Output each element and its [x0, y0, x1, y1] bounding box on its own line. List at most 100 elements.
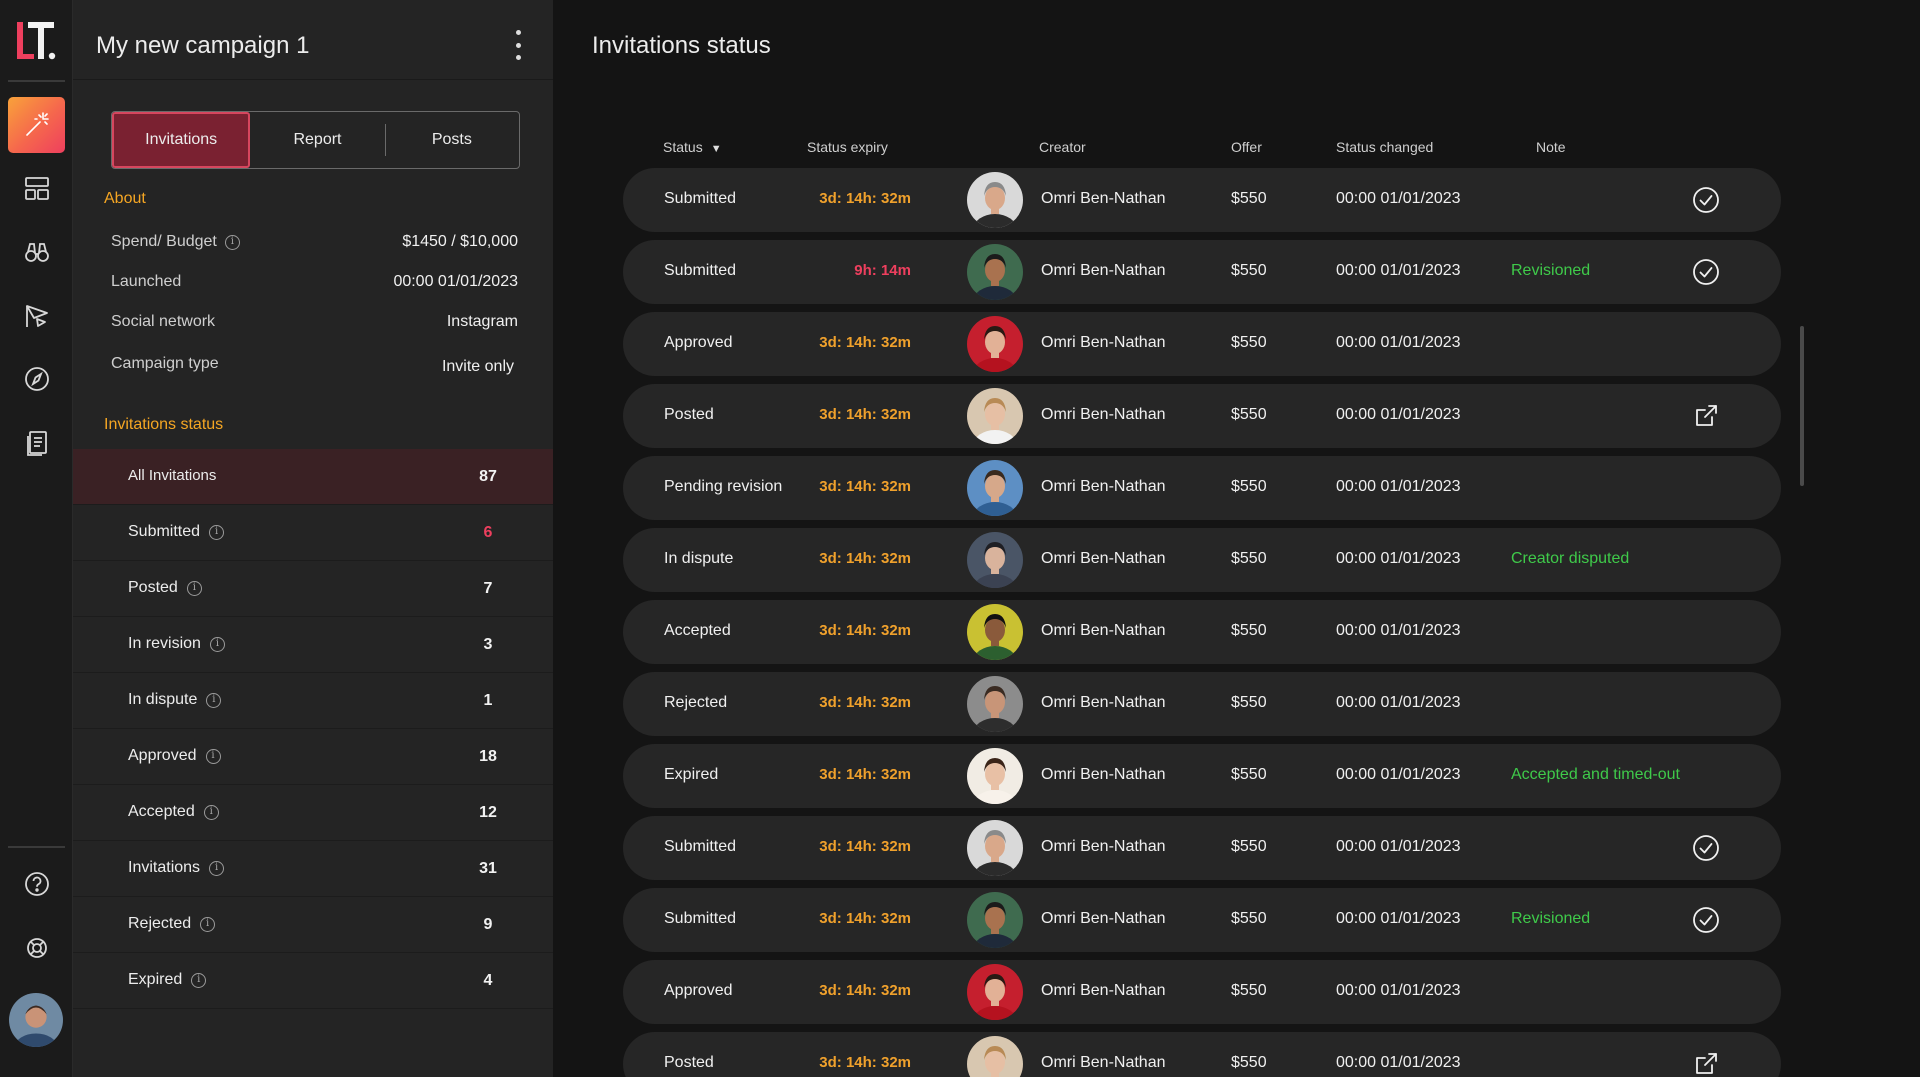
scrollbar[interactable]	[1800, 326, 1804, 486]
tab-invitations[interactable]: Invitations	[112, 112, 251, 168]
rail-campaign-button[interactable]	[8, 288, 65, 344]
status-filter-item[interactable]: Invitations i 31	[73, 841, 553, 897]
table-row[interactable]: Approved 3d: 14h: 32m Omri Ben-Nathan $550 0…	[623, 960, 1781, 1024]
table-row[interactable]: Submitted 3d: 14h: 32m Omri Ben-Nathan $550…	[623, 888, 1781, 952]
info-icon[interactable]: i	[203, 804, 219, 820]
approve-check-icon[interactable]	[1691, 185, 1721, 215]
row-offer: $550	[1231, 982, 1267, 999]
info-icon[interactable]: i	[209, 860, 225, 876]
creator-avatar[interactable]	[967, 460, 1023, 516]
icon-rail	[0, 0, 73, 1077]
rail-documents-button[interactable]	[8, 415, 65, 471]
rail-binoculars-button[interactable]	[8, 224, 65, 280]
table-row[interactable]: Pending revision 3d: 14h: 32m Omri Ben-Nat…	[623, 456, 1781, 520]
status-filter-item[interactable]: Posted i 7	[73, 561, 553, 617]
row-status-changed: 00:00 01/01/2023	[1336, 766, 1461, 783]
column-header-status-changed[interactable]: Status changed	[1336, 139, 1433, 155]
row-status: Submitted	[664, 262, 737, 279]
status-filter-item[interactable]: In dispute i 1	[73, 673, 553, 729]
creator-avatar[interactable]	[967, 676, 1023, 732]
rail-compass-button[interactable]	[8, 351, 65, 407]
table-row[interactable]: Rejected 3d: 14h: 32m Omri Ben-Nathan $550 0…	[623, 672, 1781, 736]
column-header-offer[interactable]: Offer	[1231, 139, 1262, 155]
column-header-creator[interactable]: Creator	[1039, 139, 1086, 155]
campaign-tabs: Invitations Report Posts	[111, 111, 520, 169]
info-icon[interactable]: i	[224, 234, 240, 250]
open-external-icon[interactable]	[1691, 1049, 1721, 1077]
info-icon[interactable]: i	[209, 636, 225, 652]
creator-avatar[interactable]	[967, 172, 1023, 228]
row-status: Rejected	[664, 694, 728, 711]
creator-avatar[interactable]	[967, 316, 1023, 372]
status-filter-item[interactable]: Submitted i 6	[73, 505, 553, 561]
row-status-expiry: 3d: 14h: 32m	[819, 838, 911, 855]
status-filter-item[interactable]: Accepted i 12	[73, 785, 553, 841]
status-filter-item[interactable]: Expired i 4	[73, 953, 553, 1009]
table-row[interactable]: Submitted 3d: 14h: 32m Omri Ben-Nathan $550…	[623, 168, 1781, 232]
row-status: Submitted	[664, 190, 737, 207]
table-row[interactable]: Expired 3d: 14h: 32m Omri Ben-Nathan $550 00…	[623, 744, 1781, 808]
table-row[interactable]: Submitted 9h: 14m Omri Ben-Nathan $550 00:00…	[623, 240, 1781, 304]
creator-avatar[interactable]	[967, 244, 1023, 300]
status-filter-count: 3	[483, 636, 493, 653]
rail-support-button[interactable]	[8, 920, 65, 976]
row-status-changed: 00:00 01/01/2023	[1336, 838, 1461, 855]
creator-avatar[interactable]	[967, 388, 1023, 444]
column-header-status[interactable]: Status ▼	[663, 139, 722, 155]
status-filter-label-group: In revision i	[128, 635, 225, 653]
about-campaign-type: Campaign type Invite only	[111, 352, 518, 376]
rail-help-button[interactable]	[8, 856, 65, 912]
info-icon[interactable]: i	[200, 916, 216, 932]
info-icon[interactable]: i	[186, 580, 202, 596]
table-row[interactable]: Posted 3d: 14h: 32m Omri Ben-Nathan $550 00:…	[623, 1032, 1781, 1077]
row-status-expiry: 3d: 14h: 32m	[819, 910, 911, 927]
creator-avatar[interactable]	[967, 964, 1023, 1020]
info-icon[interactable]: i	[206, 692, 222, 708]
status-filter-item[interactable]: In revision i 3	[73, 617, 553, 673]
tab-report[interactable]: Report	[250, 112, 384, 168]
more-options-icon[interactable]	[507, 30, 529, 60]
rail-magic-wand-button[interactable]	[8, 97, 65, 153]
creator-avatar[interactable]	[967, 1036, 1023, 1077]
status-filter-item[interactable]: All Invitations 87	[73, 449, 553, 505]
logo[interactable]	[14, 18, 58, 62]
sort-down-icon[interactable]: ▼	[711, 143, 722, 155]
status-filter-label: Submitted	[128, 523, 201, 540]
status-filter-label: In dispute	[128, 691, 198, 708]
row-status-expiry: 3d: 14h: 32m	[819, 622, 911, 639]
status-filter-item[interactable]: Rejected i 9	[73, 897, 553, 953]
creator-avatar[interactable]	[967, 748, 1023, 804]
open-external-icon[interactable]	[1691, 401, 1721, 431]
approve-check-icon[interactable]	[1691, 257, 1721, 287]
column-header-note[interactable]: Note	[1536, 139, 1566, 155]
status-filter-label-group: Approved i	[128, 747, 221, 765]
approve-check-icon[interactable]	[1691, 905, 1721, 935]
table-row[interactable]: Posted 3d: 14h: 32m Omri Ben-Nathan $550 00:…	[623, 384, 1781, 448]
approve-check-icon[interactable]	[1691, 833, 1721, 863]
rail-divider	[8, 846, 65, 848]
creator-avatar[interactable]	[967, 532, 1023, 588]
about-value: Instagram	[446, 313, 518, 330]
creator-avatar[interactable]	[967, 820, 1023, 876]
magic-wand-icon	[25, 112, 49, 136]
tab-posts[interactable]: Posts	[384, 112, 519, 168]
row-creator-name: Omri Ben-Nathan	[1041, 766, 1166, 783]
info-icon[interactable]: i	[191, 972, 207, 988]
status-filter-item[interactable]: Approved i 18	[73, 729, 553, 785]
user-avatar[interactable]	[9, 993, 63, 1047]
row-offer: $550	[1231, 694, 1267, 711]
row-creator-name: Omri Ben-Nathan	[1041, 838, 1166, 855]
table-row[interactable]: Approved 3d: 14h: 32m Omri Ben-Nathan $550 0…	[623, 312, 1781, 376]
status-filter-label: Invitations	[128, 859, 201, 876]
table-row[interactable]: Submitted 3d: 14h: 32m Omri Ben-Nathan $550…	[623, 816, 1781, 880]
status-filter-count: 87	[479, 468, 497, 485]
info-icon[interactable]: i	[205, 748, 221, 764]
table-row[interactable]: In dispute 3d: 14h: 32m Omri Ben-Nathan $55…	[623, 528, 1781, 592]
creator-avatar[interactable]	[967, 892, 1023, 948]
column-header-status-expiry[interactable]: Status expiry	[807, 139, 888, 155]
table-row[interactable]: Accepted 3d: 14h: 32m Omri Ben-Nathan $550 0…	[623, 600, 1781, 664]
rail-divider	[8, 80, 65, 82]
info-icon[interactable]: i	[209, 524, 225, 540]
rail-dashboard-button[interactable]	[8, 160, 65, 216]
creator-avatar[interactable]	[967, 604, 1023, 660]
